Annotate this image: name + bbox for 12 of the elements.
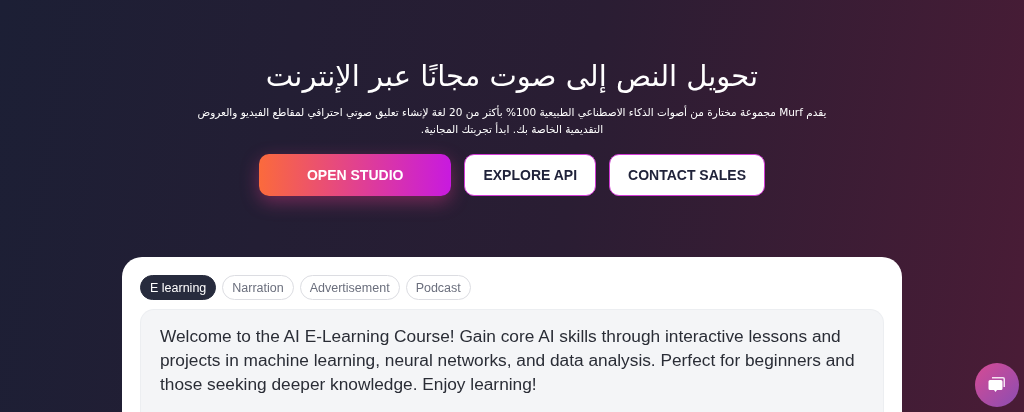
category-tab[interactable]: Podcast	[405, 275, 471, 300]
subtitle: يقدم Murf مجموعة مختارة من أصوات الذكاء الاصطناعي الطبيعية 100% بأكثر من 20 لغة لإنشاء تعليق صوتي احترافي لمقاطع الفيديو والعروض التقديمية الخاصة بك. ابدأ تجربتك المجانية.	[196, 104, 828, 138]
action-button[interactable]: EXPLORE API	[464, 154, 597, 196]
text-input-area[interactable]: Welcome to the AI E-Learning Course! Gain core AI skills through interactive lessons and projects in machine learning, neural networks, and data analysis. Perfect for beginners and those seeking deeper knowledge. Enjoy learning!	[140, 309, 884, 412]
category-tab[interactable]: Advertisement	[299, 275, 400, 300]
open-studio-button[interactable]: OPEN STUDIO	[258, 154, 452, 196]
action-button[interactable]: CONTACT SALES	[609, 154, 766, 196]
page-title: تحويل النص إلى صوت مجانًا عبر الإنترنت	[265, 58, 759, 95]
chat-button[interactable]	[975, 363, 1019, 407]
category-tab[interactable]: Narration	[222, 275, 294, 300]
chat-icon	[987, 375, 1007, 395]
category-tab[interactable]: E learning	[140, 275, 217, 300]
